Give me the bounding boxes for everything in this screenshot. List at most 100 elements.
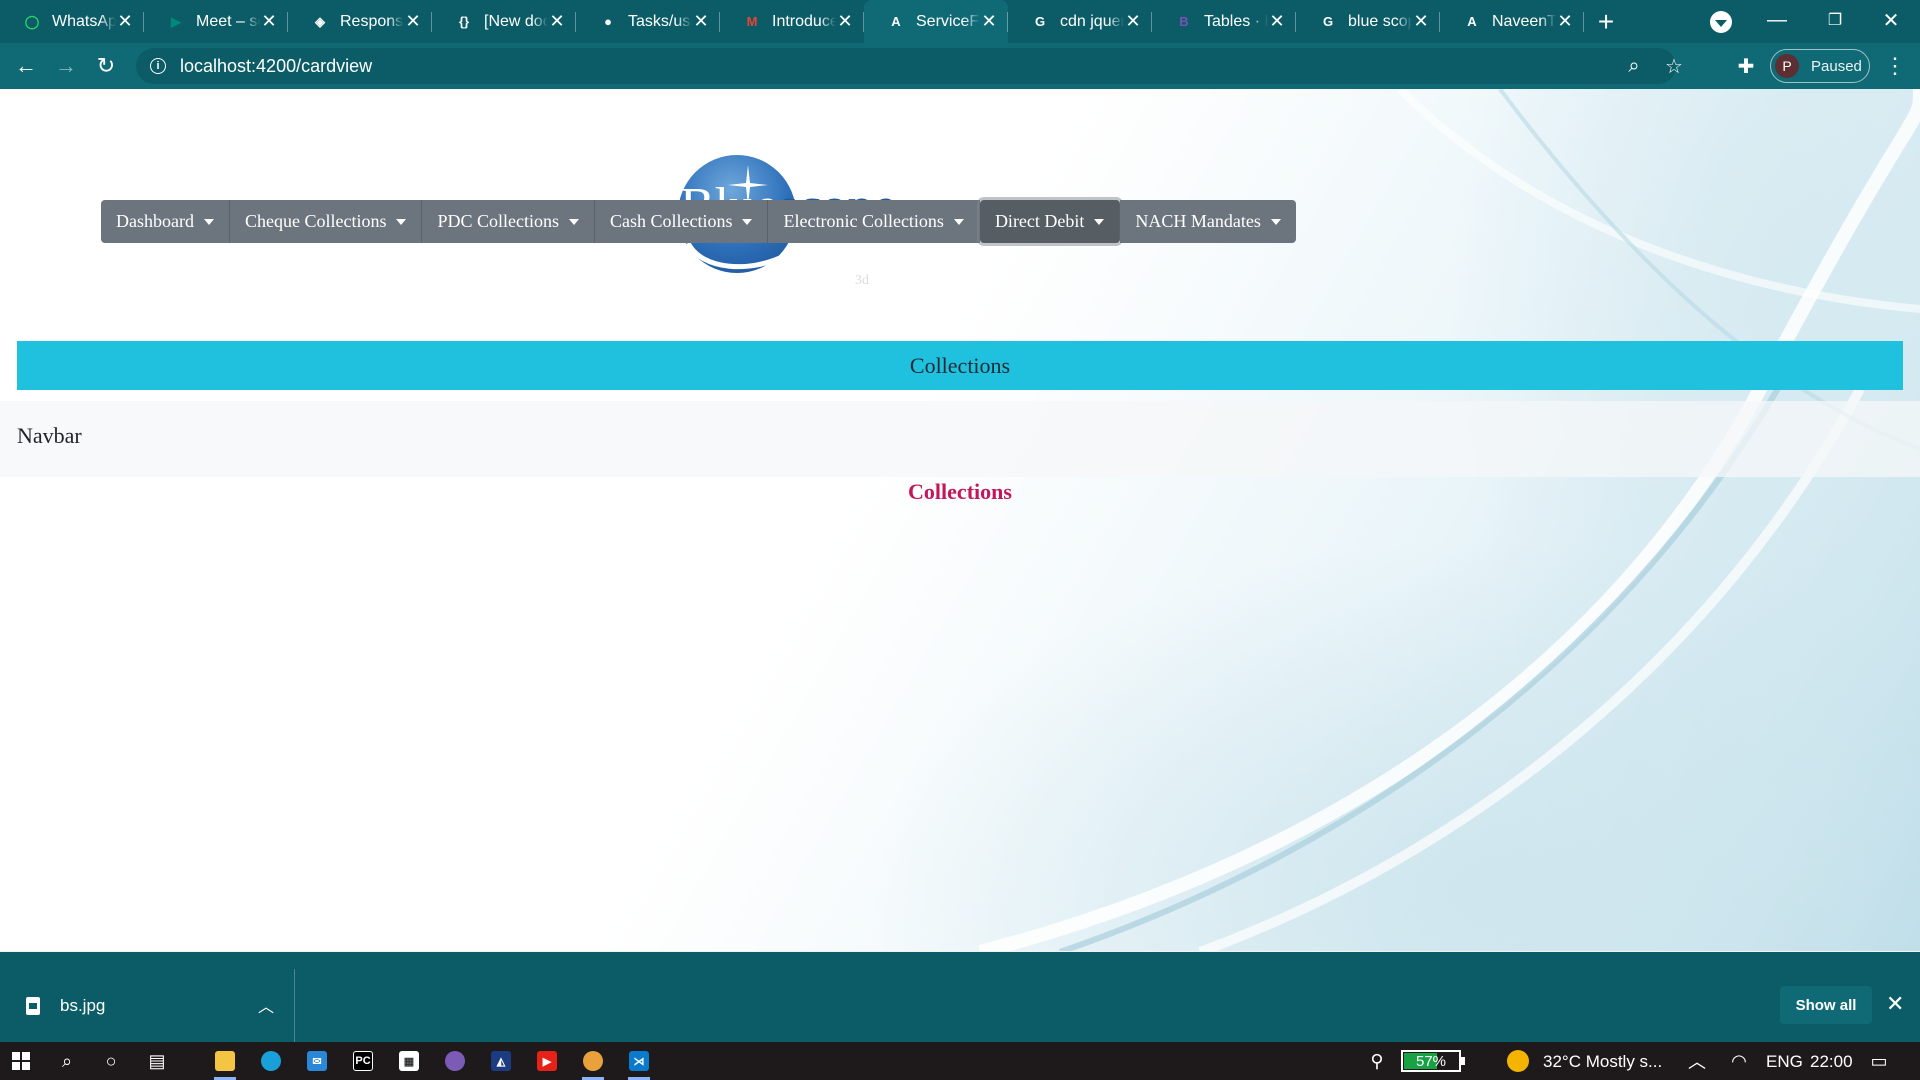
extensions-icon[interactable]: ✚	[1728, 48, 1764, 84]
zoom-icon[interactable]: ⌕	[1616, 48, 1652, 84]
download-filename[interactable]: bs.jpg	[60, 996, 105, 1016]
nav-dropdown-electronic-collections[interactable]: Electronic Collections	[768, 200, 980, 243]
app-icon[interactable]	[438, 1046, 472, 1076]
tab-title: ServiceFo	[916, 12, 980, 30]
browser-tab[interactable]: ◈ Responsiv✕	[288, 0, 432, 43]
codepen-icon: ◈	[315, 13, 325, 29]
weather-icon[interactable]	[1507, 1050, 1529, 1072]
browser-tab[interactable]: A ServiceFo✕	[864, 0, 1008, 43]
restore-button[interactable]: ❐	[1806, 0, 1864, 40]
caret-down-icon	[203, 218, 214, 225]
tab-title: WhatsApp	[52, 12, 116, 30]
browser-tab[interactable]: ● Tasks/use✕	[576, 0, 720, 43]
close-tab-icon[interactable]: ✕	[260, 11, 278, 31]
logo-swoosh	[685, 241, 788, 270]
mail-icon[interactable]: ✉	[300, 1046, 334, 1076]
pycharm-icon[interactable]: PC	[346, 1046, 380, 1076]
browser-tab[interactable]: ▶ Meet – sc ✕	[144, 0, 288, 43]
youtube-icon[interactable]: ▶	[530, 1046, 564, 1076]
chevron-up-icon[interactable]: ︿	[1680, 1046, 1714, 1076]
battery-indicator[interactable]: 57%	[1401, 1050, 1465, 1072]
nav-dropdown-direct-debit[interactable]: Direct Debit	[979, 200, 1121, 243]
tab-title: Responsiv	[340, 12, 404, 30]
profile-button[interactable]: P Paused	[1770, 49, 1870, 83]
browser-tab[interactable]: Gblue scop ✕	[1296, 0, 1440, 43]
cortana-icon[interactable]: ○	[94, 1046, 128, 1076]
chevron-up-icon[interactable]: ︿	[258, 993, 274, 1017]
chrome-icon[interactable]	[576, 1046, 610, 1080]
logo-subtext: 3d	[855, 273, 869, 288]
caret-down-icon	[1270, 218, 1281, 225]
show-all-button[interactable]: Show all	[1780, 986, 1872, 1024]
close-tab-icon[interactable]: ✕	[1268, 11, 1286, 31]
tab-title: Tables · B	[1204, 12, 1268, 30]
close-tab-icon[interactable]: ✕	[836, 11, 854, 31]
notifications-icon[interactable]: ▭	[1862, 1046, 1896, 1076]
tab-list: ◯WhatsApp✕▶Meet – sc✕◈Responsiv✕{}[New d…	[0, 0, 1584, 43]
people-icon[interactable]: ⚲	[1360, 1046, 1394, 1076]
bootstrap-icon: B	[1179, 14, 1189, 29]
browser-tab[interactable]: M Introduce ✕	[720, 0, 864, 43]
clock[interactable]: 22:00	[1810, 1052, 1853, 1072]
close-tab-icon[interactable]: ✕	[1124, 11, 1142, 31]
store-icon[interactable]: ▦	[392, 1046, 426, 1076]
nav-dropdown-label: Direct Debit	[994, 211, 1085, 231]
edge-icon[interactable]	[254, 1046, 288, 1076]
caret-down-icon	[1094, 218, 1105, 225]
site-info-icon[interactable]: i	[150, 58, 166, 74]
browser-tab[interactable]: B Tables · B✕	[1152, 0, 1296, 43]
weather-text[interactable]: 32°C Mostly s...	[1543, 1052, 1662, 1072]
download-item[interactable]: bs.jpg ︿	[0, 969, 295, 1042]
close-tab-icon[interactable]: ✕	[116, 11, 134, 31]
tab-title: Introduce	[772, 12, 836, 30]
nav-dropdown-pdc-collections[interactable]: PDC Collections	[422, 200, 595, 243]
close-tab-icon[interactable]: ✕	[1412, 11, 1430, 31]
image-file-icon	[26, 996, 40, 1015]
navbar-brand[interactable]: Navbar	[17, 423, 82, 449]
close-tab-icon[interactable]: ✕	[1556, 11, 1574, 31]
vscode-icon[interactable]: ⋊	[622, 1046, 656, 1080]
battery-percent: 57%	[1415, 1053, 1447, 1070]
bookmark-star-icon[interactable]: ☆	[1656, 48, 1692, 84]
minimize-button[interactable]: —	[1748, 0, 1806, 40]
back-button[interactable]: ←	[6, 46, 46, 86]
google-meet-icon: ▶	[171, 13, 181, 29]
browser-tab[interactable]: ◯ WhatsApp✕	[0, 0, 144, 43]
nav-dropdown-cash-collections[interactable]: Cash Collections	[594, 200, 769, 243]
search-icon[interactable]: ⌕	[50, 1046, 84, 1076]
task-view-icon[interactable]: ▤	[140, 1046, 174, 1076]
nav-dropdown-label: Cash Collections	[609, 211, 733, 231]
chevron-down-icon	[1715, 20, 1727, 27]
google-icon: G	[1034, 14, 1046, 29]
language-indicator[interactable]: ENG	[1766, 1052, 1803, 1072]
url-text[interactable]: localhost:4200/cardview	[180, 56, 372, 77]
nav-dropdown-nach-mandates[interactable]: NACH Mandates	[1120, 200, 1296, 243]
forward-button[interactable]: →	[46, 46, 86, 86]
close-tab-icon[interactable]: ✕	[548, 11, 566, 31]
browser-tab[interactable]: Gcdn jquer ✕	[1008, 0, 1152, 43]
file-explorer-icon[interactable]	[208, 1046, 242, 1080]
close-icon[interactable]: ✕	[1886, 991, 1904, 1017]
wifi-icon[interactable]: ◠	[1722, 1046, 1756, 1076]
whatsapp-icon: ◯	[24, 13, 40, 29]
banner-title: Collections	[909, 352, 1011, 378]
browser-tab[interactable]: {} [New doc ✕	[432, 0, 576, 43]
page-viewport: Bluescope 3d Collections Navbar Dashboar…	[0, 89, 1920, 952]
browser-tab[interactable]: A NaveenTa✕	[1440, 0, 1584, 43]
close-tab-icon[interactable]: ✕	[692, 11, 710, 31]
windows-start-icon[interactable]	[4, 1046, 38, 1076]
tab-search-button[interactable]	[1710, 11, 1732, 33]
visual-studio-icon[interactable]: ◭	[484, 1046, 518, 1076]
close-tab-icon[interactable]: ✕	[404, 11, 422, 31]
nav-dropdown-cheque-collections[interactable]: Cheque Collections	[229, 200, 423, 243]
nav-dropdown-label: NACH Mandates	[1135, 211, 1261, 231]
browser-menu-icon[interactable]: ⋮	[1880, 51, 1910, 81]
nav-dropdown-dashboard[interactable]: Dashboard	[101, 200, 230, 243]
close-window-button[interactable]: ✕	[1862, 0, 1920, 40]
reload-button[interactable]: ↻	[86, 46, 126, 86]
address-bar[interactable]: i localhost:4200/cardview ⌕ ☆	[136, 48, 1683, 84]
horizontal-scrollbar[interactable]	[0, 951, 1920, 952]
tab-strip: ◯WhatsApp✕▶Meet – sc✕◈Responsiv✕{}[New d…	[0, 0, 1920, 43]
new-tab-button[interactable]: +	[1584, 0, 1628, 43]
close-tab-icon[interactable]: ✕	[980, 11, 998, 31]
